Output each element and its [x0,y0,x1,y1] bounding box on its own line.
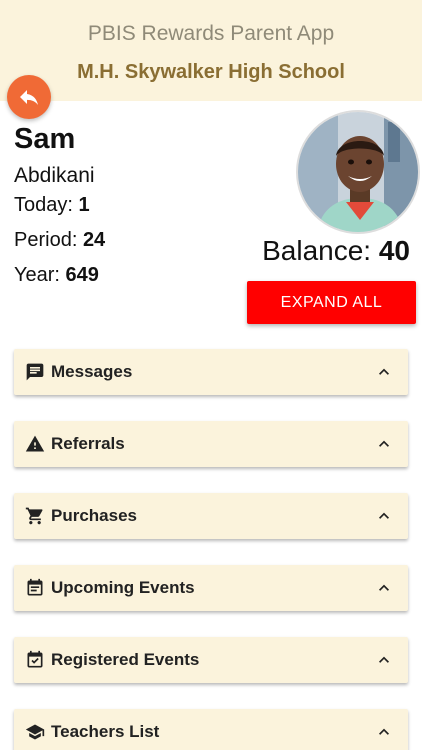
student-first-name: Sam [14,123,76,155]
chevron-up-icon[interactable] [372,432,396,456]
calendar-icon [24,577,46,599]
chevron-up-icon[interactable] [372,576,396,600]
chevron-up-icon[interactable] [372,720,396,744]
warning-icon [24,433,46,455]
app-header: PBIS Rewards Parent App M.H. Skywalker H… [0,0,422,101]
student-avatar [296,110,420,234]
panel-label: Purchases [51,506,137,525]
points-period-label: Period: [14,229,78,251]
school-name: M.H. Skywalker High School [77,61,345,83]
reply-icon [20,90,38,105]
panel-label: Upcoming Events [51,578,195,597]
panel-messages[interactable]: Messages [14,349,408,395]
panel-label: Referrals [51,434,125,453]
panel-label: Teachers List [51,722,160,741]
points-year-label: Year: [14,264,60,286]
balance-value: 40 [378,235,410,266]
school-icon [24,721,46,743]
cart-icon [24,505,46,527]
panel-teachers-list[interactable]: Teachers List [14,709,408,750]
student-last-name: Abdikani [14,164,95,187]
points-period: Period: 24 [14,229,105,252]
chevron-up-icon[interactable] [372,648,396,672]
panel-label: Messages [51,362,133,381]
message-icon [24,361,46,383]
points-period-value: 24 [82,229,106,251]
balance: Balance: 40 [262,235,410,267]
panel-label: Registered Events [51,650,200,669]
panel-registered-events[interactable]: Registered Events [14,637,408,683]
points-year: Year: 649 [14,264,99,287]
expand-all-button[interactable]: EXPAND ALL [247,281,416,324]
points-today-label: Today: [14,194,73,216]
panel-purchases[interactable]: Purchases [14,493,408,539]
chevron-up-icon[interactable] [372,504,396,528]
balance-label: Balance: [262,235,372,266]
points-today: Today: 1 [14,194,90,217]
panel-referrals[interactable]: Referrals [14,421,408,467]
back-button[interactable] [7,75,51,119]
calendar-check-icon [24,649,46,671]
points-year-value: 649 [65,264,99,286]
chevron-up-icon[interactable] [372,360,396,384]
panel-upcoming-events[interactable]: Upcoming Events [14,565,408,611]
points-today-value: 1 [78,194,90,216]
app-title: PBIS Rewards Parent App [87,22,335,45]
